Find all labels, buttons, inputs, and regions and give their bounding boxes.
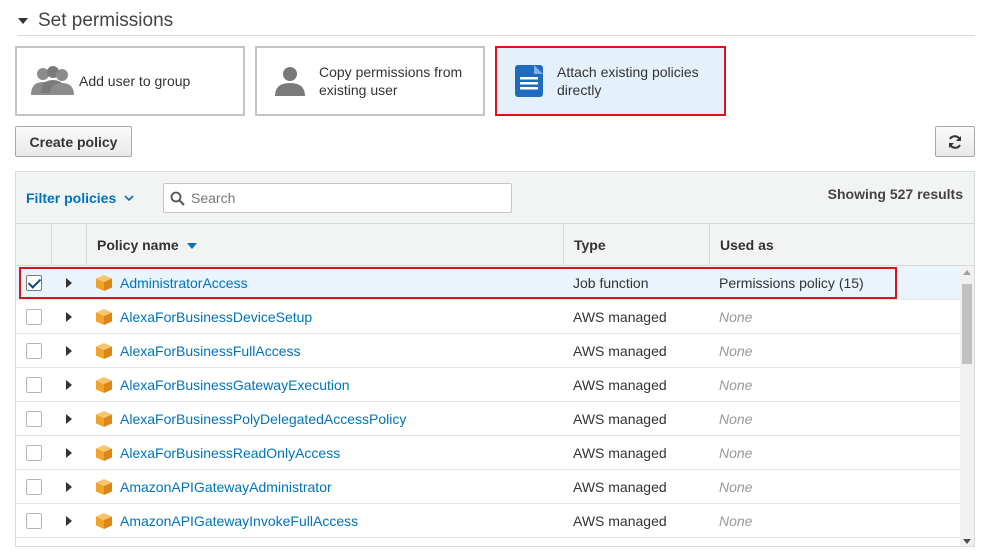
policy-name-link[interactable]: AdministratorAccess: [120, 275, 248, 291]
add-user-to-group-option[interactable]: Add user to group: [15, 46, 245, 116]
option-label: Add user to group: [79, 73, 191, 89]
policy-used-as: None: [719, 513, 753, 529]
policy-type: AWS managed: [573, 479, 667, 495]
table-scrollbar[interactable]: [960, 266, 974, 546]
policy-name-link[interactable]: AlexaForBusinessDeviceSetup: [120, 309, 312, 325]
search-icon: [170, 191, 185, 206]
column-label: Policy name: [97, 237, 179, 253]
create-policy-button[interactable]: Create policy: [15, 126, 132, 157]
policy-cube-icon: [95, 410, 113, 428]
policies-table: Filter policies Showing 527 results Poli…: [15, 171, 975, 547]
policy-cube-icon: [95, 376, 113, 394]
policy-cube-icon: [95, 308, 113, 326]
policy-used-as: None: [719, 343, 753, 359]
header-select-col: [16, 224, 51, 266]
column-label: Type: [574, 237, 606, 253]
policy-used-as: None: [719, 377, 753, 393]
row-checkbox[interactable]: [26, 479, 42, 495]
policy-name-link[interactable]: AlexaForBusinessReadOnlyAccess: [120, 445, 340, 461]
row-checkbox[interactable]: [26, 309, 42, 325]
policy-used-as: None: [719, 411, 753, 427]
policy-used-as: None: [719, 479, 753, 495]
policy-type: AWS managed: [573, 445, 667, 461]
set-permissions-header[interactable]: Set permissions: [18, 6, 975, 36]
scroll-thumb[interactable]: [962, 284, 972, 364]
policy-type: AWS managed: [573, 309, 667, 325]
column-label: Used as: [720, 237, 774, 253]
sort-desc-icon: [186, 243, 197, 249]
policy-cube-icon: [95, 444, 113, 462]
results-count: Showing 527 results: [827, 186, 963, 202]
policy-type: AWS managed: [573, 377, 667, 393]
policy-cube-icon: [95, 342, 113, 360]
document-icon: [514, 64, 544, 98]
row-checkbox[interactable]: [26, 513, 42, 529]
section-title: Set permissions: [38, 9, 174, 31]
expand-arrow-icon[interactable]: [66, 516, 72, 526]
table-row[interactable]: AlexaForBusinessReadOnlyAccess AWS manag…: [16, 436, 960, 470]
scroll-down-arrow-icon[interactable]: [963, 539, 971, 544]
policy-name-link[interactable]: AlexaForBusinessGatewayExecution: [120, 377, 350, 393]
filter-policies-dropdown[interactable]: Filter policies: [26, 190, 134, 206]
row-checkbox[interactable]: [26, 445, 42, 461]
refresh-icon: [947, 134, 963, 150]
table-row[interactable]: AlexaForBusinessPolyDelegatedAccessPolic…: [16, 402, 960, 436]
policy-cube-icon: [95, 274, 113, 292]
policy-name-link[interactable]: AmazonAPIGatewayAdministrator: [120, 479, 332, 495]
table-body: AdministratorAccess Job function Permiss…: [16, 266, 960, 546]
expand-arrow-icon[interactable]: [66, 482, 72, 492]
option-label: Copy permissions from existing user: [319, 64, 463, 98]
copy-permissions-option[interactable]: Copy permissions from existing user: [255, 46, 485, 116]
policy-cube-icon: [95, 478, 113, 496]
policy-type: AWS managed: [573, 411, 667, 427]
table-row[interactable]: AlexaForBusinessGatewayExecution AWS man…: [16, 368, 960, 402]
policy-type: AWS managed: [573, 513, 667, 529]
expand-arrow-icon[interactable]: [66, 278, 72, 288]
row-checkbox[interactable]: [26, 343, 42, 359]
attach-existing-policies-option[interactable]: Attach existing policies directly: [495, 46, 726, 116]
policy-used-as: None: [719, 309, 753, 325]
column-type[interactable]: Type: [563, 224, 709, 266]
policy-type: AWS managed: [573, 343, 667, 359]
column-policy-name[interactable]: Policy name: [86, 224, 563, 266]
expand-arrow-icon[interactable]: [66, 414, 72, 424]
user-icon: [273, 65, 307, 97]
search-box[interactable]: [163, 183, 512, 213]
search-input[interactable]: [189, 189, 489, 207]
policy-cube-icon: [95, 512, 113, 530]
scroll-up-arrow-icon[interactable]: [963, 270, 971, 275]
policy-name-link[interactable]: AlexaForBusinessPolyDelegatedAccessPolic…: [120, 411, 406, 427]
policy-used-as: Permissions policy (15): [719, 275, 864, 291]
table-row[interactable]: AlexaForBusinessFullAccess AWS managed N…: [16, 334, 960, 368]
policy-name-link[interactable]: AmazonAPIGatewayInvokeFullAccess: [120, 513, 358, 529]
chevron-down-icon: [124, 195, 134, 201]
refresh-button[interactable]: [935, 126, 975, 157]
caret-down-icon[interactable]: [18, 18, 28, 24]
column-used-as[interactable]: Used as: [709, 224, 974, 266]
row-checkbox[interactable]: [26, 411, 42, 427]
table-toolbar: Filter policies Showing 527 results: [16, 172, 974, 224]
policy-name-link[interactable]: AlexaForBusinessFullAccess: [120, 343, 301, 359]
table-row[interactable]: AdministratorAccess Job function Permiss…: [16, 266, 960, 300]
filter-label: Filter policies: [26, 190, 117, 206]
users-group-icon: [29, 65, 75, 97]
header-expand-col: [51, 224, 86, 266]
expand-arrow-icon[interactable]: [66, 312, 72, 322]
row-checkbox[interactable]: [26, 377, 42, 393]
policy-type: Job function: [573, 275, 649, 291]
row-checkbox[interactable]: [26, 275, 42, 291]
expand-arrow-icon[interactable]: [66, 380, 72, 390]
table-row[interactable]: AlexaForBusinessDeviceSetup AWS managed …: [16, 300, 960, 334]
policy-used-as: None: [719, 445, 753, 461]
option-label: Attach existing policies directly: [557, 64, 699, 98]
table-header: Policy name Type Used as: [16, 224, 974, 266]
table-row[interactable]: AmazonAPIGatewayInvokeFullAccess AWS man…: [16, 504, 960, 538]
table-row[interactable]: AmazonAPIGatewayAdministrator AWS manage…: [16, 470, 960, 504]
expand-arrow-icon[interactable]: [66, 448, 72, 458]
expand-arrow-icon[interactable]: [66, 346, 72, 356]
